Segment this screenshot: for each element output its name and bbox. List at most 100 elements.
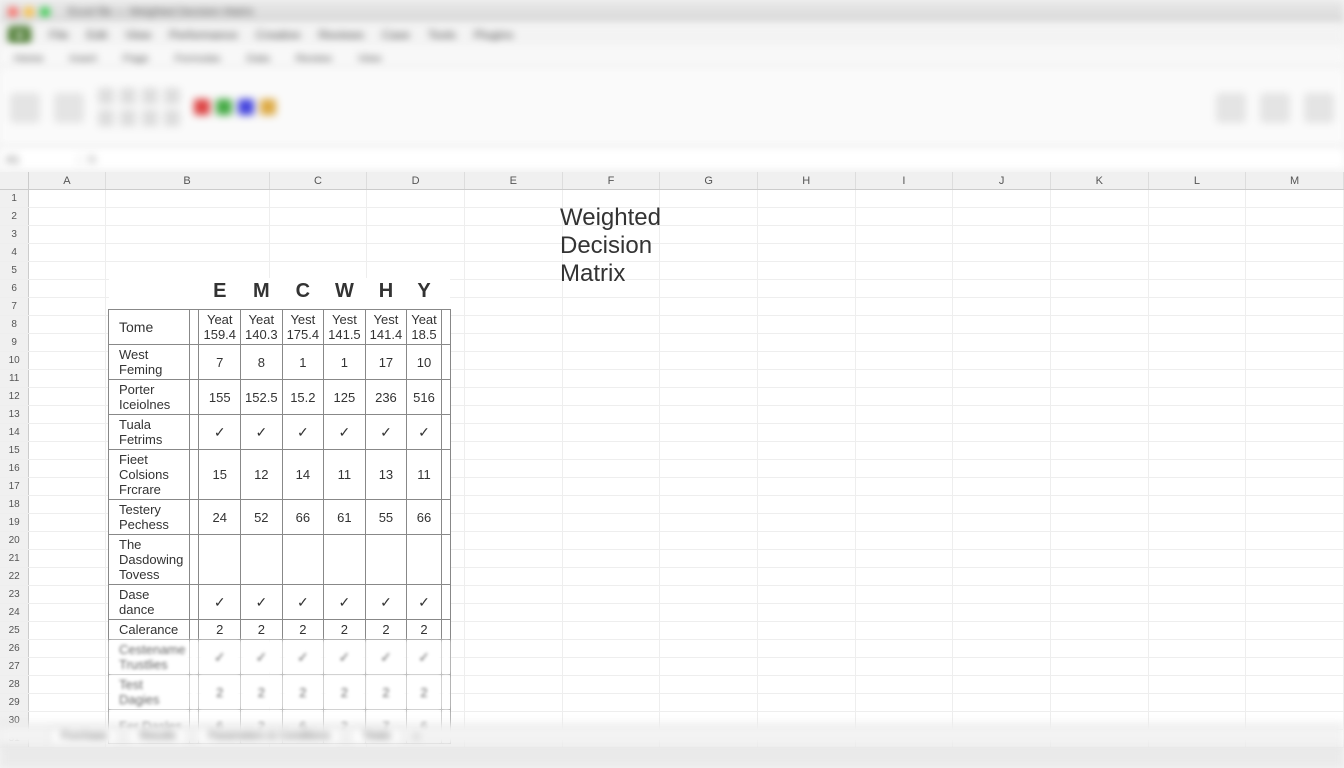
- data-cell[interactable]: 155: [199, 380, 241, 415]
- minimize-icon[interactable]: [24, 7, 34, 17]
- cell[interactable]: [953, 658, 1051, 675]
- cell[interactable]: [1149, 208, 1247, 225]
- close-icon[interactable]: [8, 7, 18, 17]
- color-swatch-icon[interactable]: [260, 99, 276, 115]
- italic-icon[interactable]: [120, 88, 136, 104]
- cell[interactable]: [1149, 388, 1247, 405]
- col-header[interactable]: G: [660, 172, 758, 189]
- cell[interactable]: [953, 640, 1051, 657]
- row-header[interactable]: 21: [0, 550, 29, 567]
- check-icon[interactable]: ✓: [282, 640, 324, 675]
- cell[interactable]: [465, 316, 563, 333]
- cell[interactable]: [660, 190, 758, 207]
- align-icon[interactable]: [164, 110, 180, 126]
- data-cell[interactable]: [407, 535, 442, 585]
- row-label[interactable]: Testery Pechess: [109, 500, 190, 535]
- check-icon[interactable]: ✓: [324, 415, 366, 450]
- cell[interactable]: [1149, 586, 1247, 603]
- cell[interactable]: [1246, 298, 1344, 315]
- check-icon[interactable]: ✓: [199, 585, 241, 620]
- check-icon[interactable]: ✓: [365, 585, 407, 620]
- cell[interactable]: [856, 370, 954, 387]
- check-icon[interactable]: ✓: [241, 585, 283, 620]
- cell[interactable]: [563, 406, 661, 423]
- cell[interactable]: [1149, 676, 1247, 693]
- cell[interactable]: [1246, 586, 1344, 603]
- data-cell[interactable]: 66: [282, 500, 324, 535]
- cell[interactable]: [660, 280, 758, 297]
- cell[interactable]: [1051, 604, 1149, 621]
- cell[interactable]: [190, 535, 199, 585]
- cell[interactable]: [1149, 640, 1247, 657]
- header-cell[interactable]: Yeat140.3: [241, 310, 283, 345]
- cell[interactable]: [1051, 316, 1149, 333]
- cell[interactable]: [1246, 334, 1344, 351]
- row-header[interactable]: 14: [0, 424, 29, 441]
- cell[interactable]: [441, 585, 450, 620]
- row-header[interactable]: 10: [0, 352, 29, 369]
- cell[interactable]: [1051, 370, 1149, 387]
- cell[interactable]: [465, 406, 563, 423]
- data-cell[interactable]: 2: [407, 675, 442, 710]
- color-swatch-icon[interactable]: [216, 99, 232, 115]
- cell[interactable]: [953, 190, 1051, 207]
- row-header[interactable]: 28: [0, 676, 29, 693]
- cell[interactable]: [1149, 424, 1247, 441]
- cell[interactable]: [953, 406, 1051, 423]
- col-header[interactable]: F: [563, 172, 661, 189]
- cell[interactable]: [441, 415, 450, 450]
- cell[interactable]: [660, 568, 758, 585]
- cell[interactable]: [1149, 460, 1247, 477]
- data-cell[interactable]: 2: [241, 675, 283, 710]
- cell[interactable]: [465, 694, 563, 711]
- cell[interactable]: [1246, 316, 1344, 333]
- cell[interactable]: [190, 345, 199, 380]
- cell[interactable]: [1246, 388, 1344, 405]
- data-cell[interactable]: 516: [407, 380, 442, 415]
- cell[interactable]: [758, 208, 856, 225]
- cell[interactable]: [367, 226, 465, 243]
- row-header[interactable]: 19: [0, 514, 29, 531]
- cell[interactable]: [953, 694, 1051, 711]
- row-header[interactable]: 22: [0, 568, 29, 585]
- data-cell[interactable]: 24: [199, 500, 241, 535]
- cell[interactable]: [29, 586, 105, 603]
- cell[interactable]: [856, 226, 954, 243]
- cell[interactable]: [1246, 262, 1344, 279]
- data-cell[interactable]: 12: [241, 450, 283, 500]
- cell[interactable]: [953, 622, 1051, 639]
- data-cell[interactable]: 2: [365, 675, 407, 710]
- cell[interactable]: [1246, 622, 1344, 639]
- cell[interactable]: [563, 658, 661, 675]
- cell[interactable]: [758, 658, 856, 675]
- cell[interactable]: [1149, 190, 1247, 207]
- cell[interactable]: [660, 676, 758, 693]
- cell[interactable]: [1246, 442, 1344, 459]
- cell[interactable]: [1246, 496, 1344, 513]
- data-cell[interactable]: 11: [407, 450, 442, 500]
- cell[interactable]: [1246, 640, 1344, 657]
- cell[interactable]: [660, 334, 758, 351]
- filter-icon[interactable]: [1260, 93, 1290, 123]
- cell[interactable]: [29, 496, 105, 513]
- cell[interactable]: [953, 316, 1051, 333]
- data-cell[interactable]: [365, 535, 407, 585]
- cell[interactable]: [1051, 568, 1149, 585]
- cell[interactable]: [465, 478, 563, 495]
- row-header[interactable]: 20: [0, 532, 29, 549]
- cell[interactable]: [106, 208, 270, 225]
- cell[interactable]: [563, 622, 661, 639]
- cell[interactable]: [190, 380, 199, 415]
- cell[interactable]: [1246, 280, 1344, 297]
- cell[interactable]: [758, 640, 856, 657]
- cell[interactable]: [367, 208, 465, 225]
- data-cell[interactable]: 1: [282, 345, 324, 380]
- col-header[interactable]: A: [29, 172, 105, 189]
- cell[interactable]: [1051, 388, 1149, 405]
- cell[interactable]: [660, 370, 758, 387]
- cell[interactable]: [856, 622, 954, 639]
- clipboard-icon[interactable]: [54, 93, 84, 123]
- cell[interactable]: [758, 604, 856, 621]
- cell[interactable]: [856, 388, 954, 405]
- cell[interactable]: [441, 345, 450, 380]
